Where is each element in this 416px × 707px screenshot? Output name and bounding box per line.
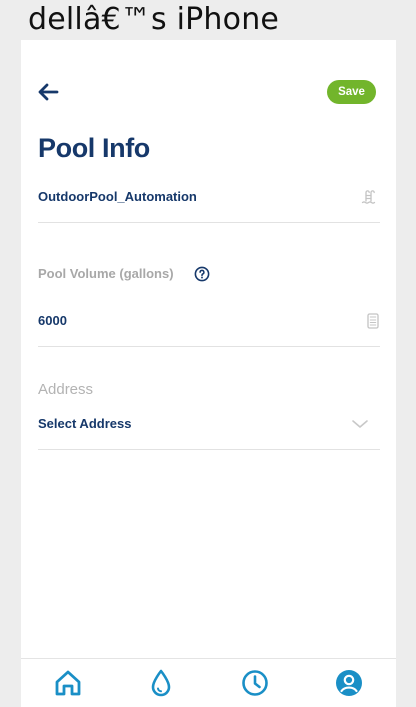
divider <box>38 222 380 223</box>
tab-home[interactable] <box>50 665 86 701</box>
page-title: Pool Info <box>38 133 150 163</box>
address-label: Address <box>38 381 94 398</box>
save-button[interactable]: Save <box>327 80 376 104</box>
clock-icon <box>242 670 268 696</box>
arrow-left-icon <box>38 83 59 101</box>
pool-name-field[interactable]: OutdoorPool_Automation <box>38 189 197 204</box>
pool-volume-input[interactable]: 6000 <box>38 313 67 328</box>
address-select[interactable]: Select Address <box>38 416 131 431</box>
home-icon <box>55 670 81 696</box>
divider <box>38 449 380 450</box>
device-name: dellâ€™s iPhone <box>28 2 280 37</box>
tab-schedule[interactable] <box>237 665 273 701</box>
user-circle-icon <box>336 670 362 696</box>
pool-volume-label: Pool Volume (gallons) <box>38 266 174 281</box>
back-button[interactable] <box>35 79 61 105</box>
calculator-icon <box>365 313 381 329</box>
pool-info-screen: Save Pool Info OutdoorPool_Automation Po… <box>21 40 396 707</box>
tab-account[interactable] <box>331 665 367 701</box>
bottom-tab-bar <box>21 658 396 707</box>
water-drop-icon <box>151 669 171 697</box>
pool-ladder-icon <box>360 188 378 206</box>
tab-water[interactable] <box>143 665 179 701</box>
chevron-down-icon[interactable] <box>349 416 371 432</box>
divider <box>38 346 380 347</box>
question-circle-icon[interactable] <box>193 265 211 283</box>
